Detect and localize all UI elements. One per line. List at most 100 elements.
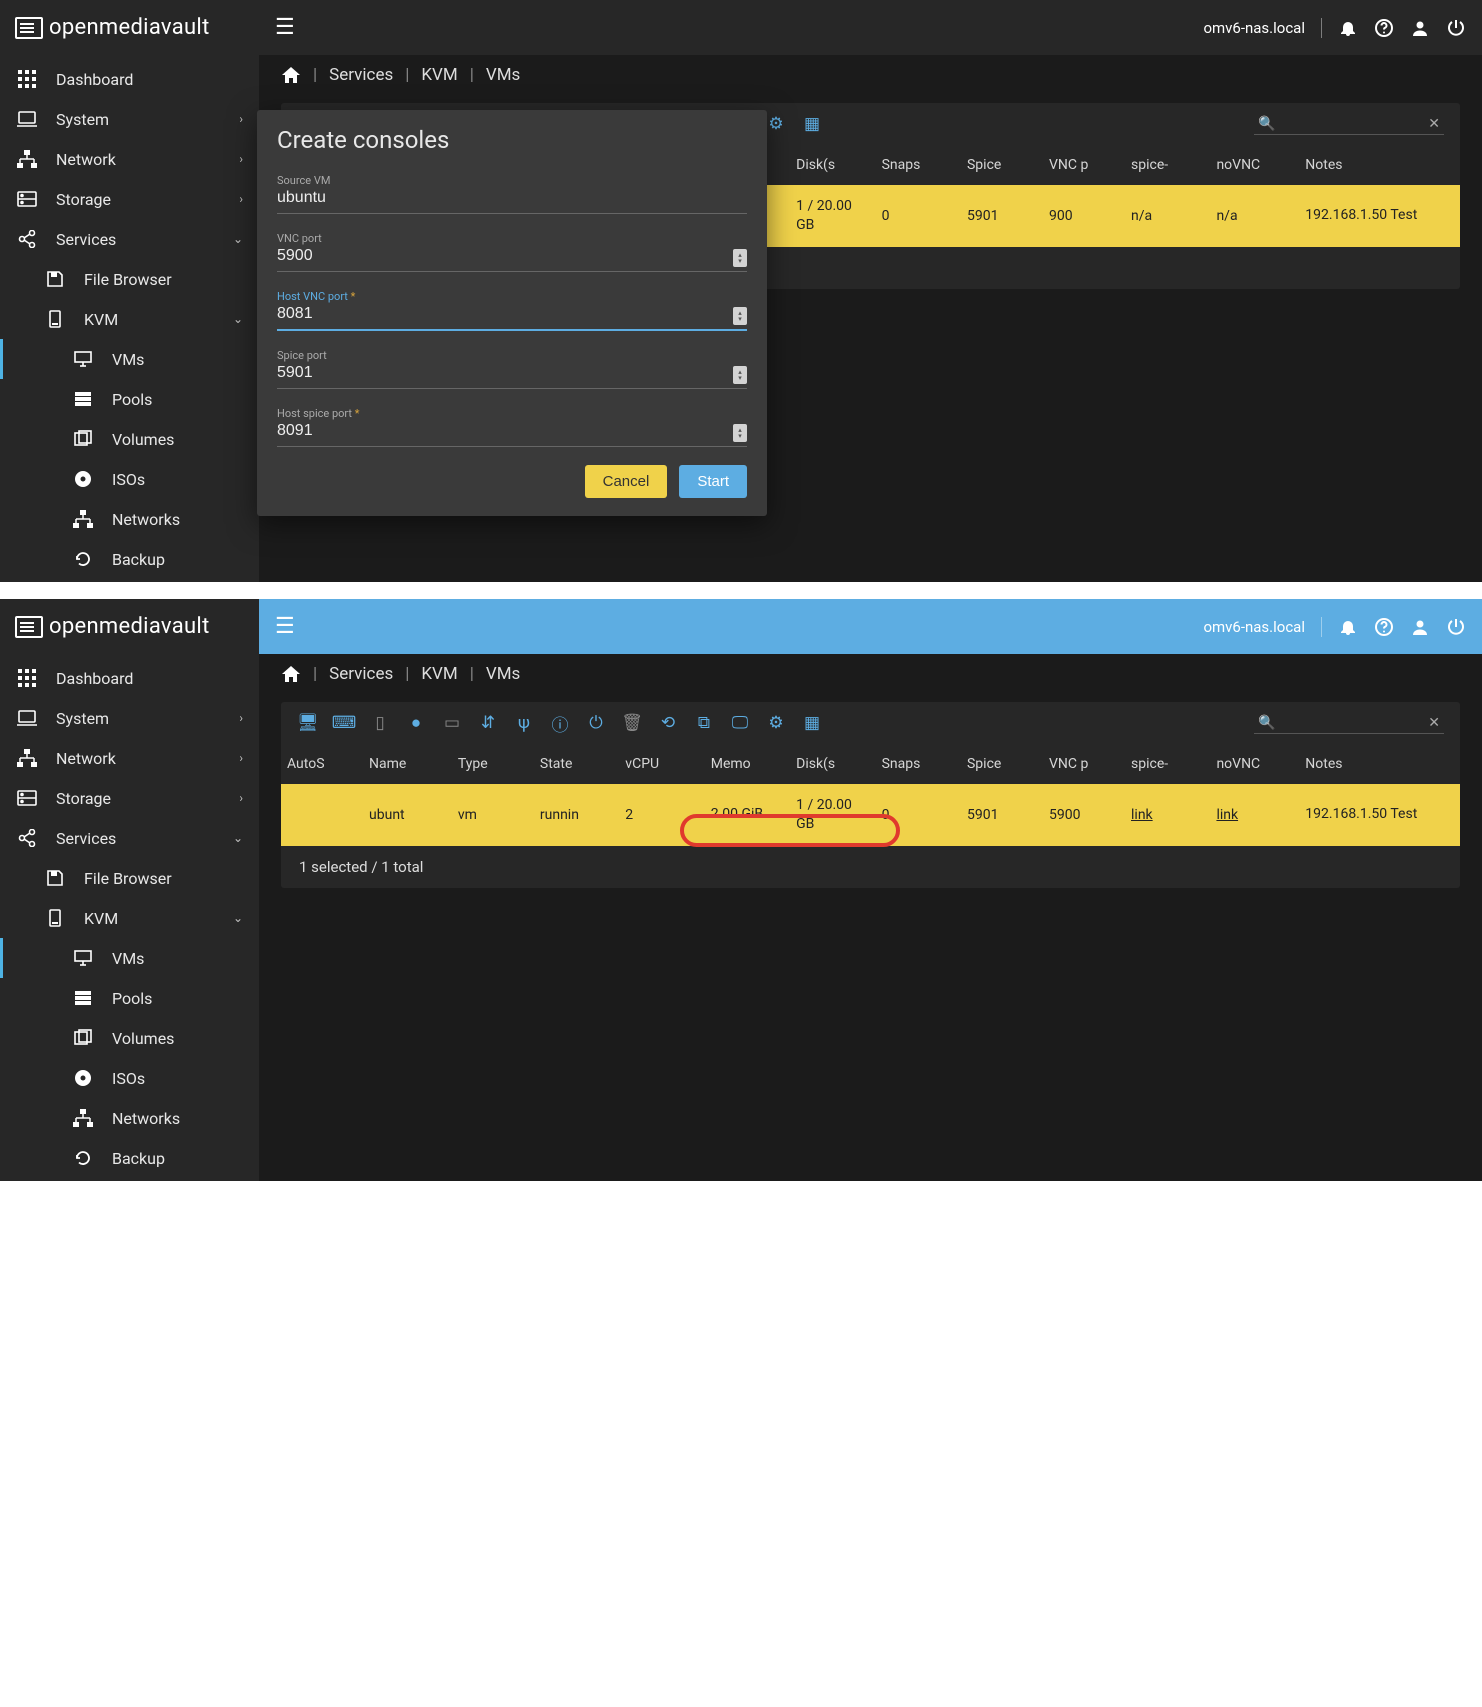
tool-disc-icon[interactable]: ● [405, 712, 427, 734]
crumb-vms[interactable]: VMs [486, 65, 520, 85]
home-crumb[interactable] [281, 66, 301, 84]
host-spice-port-field[interactable]: Host spice port * ▴▾ [277, 395, 747, 447]
stepper-icon[interactable]: ▴▾ [733, 366, 747, 384]
tool-snapshot-icon[interactable]: ⟲ [657, 712, 679, 734]
vnc-port-label: VNC port [277, 232, 747, 245]
apps-icon [16, 668, 38, 688]
tool-device-icon[interactable]: ▯ [369, 712, 391, 734]
sidebar-item-filebrowser[interactable]: File Browser [0, 259, 259, 299]
power-icon[interactable] [1446, 617, 1466, 637]
home-crumb[interactable] [281, 665, 301, 683]
tool-settings-icon[interactable]: ⚙ [765, 712, 787, 734]
sidebar-item-networks[interactable]: Networks [0, 499, 259, 539]
search-box[interactable]: 🔍 ✕ [1254, 713, 1444, 734]
spice-port-label: Spice port [277, 349, 747, 362]
user-icon[interactable] [1410, 617, 1430, 637]
sidebar-item-isos[interactable]: ISOs [0, 1058, 259, 1098]
sidebar-item-vms[interactable]: VMs [0, 938, 259, 978]
source-vm-input[interactable] [277, 187, 747, 213]
spice-link[interactable]: link [1131, 807, 1153, 823]
sidebar-item-dashboard[interactable]: Dashboard [0, 658, 259, 698]
tool-network-icon[interactable]: ⇵ [477, 712, 499, 734]
sidebar-item-services[interactable]: Services ⌄ [0, 219, 259, 259]
sidebar-item-kvm[interactable]: KVM⌄ [0, 898, 259, 938]
sidebar-item-volumes[interactable]: Volumes [0, 419, 259, 459]
tool-grid-icon[interactable]: ▦ [801, 113, 823, 135]
spice-port-field[interactable]: Spice port ▴▾ [277, 337, 747, 389]
vnc-port-field[interactable]: VNC port ▴▾ [277, 220, 747, 272]
sidebar-item-storage[interactable]: Storage › [0, 179, 259, 219]
stepper-icon[interactable]: ▴▾ [733, 249, 747, 267]
menu-toggle-icon[interactable]: ☰ [275, 614, 295, 639]
sidebar-item-dashboard[interactable]: Dashboard [0, 59, 259, 99]
tool-usb-icon[interactable]: ψ [513, 712, 535, 734]
clear-search-icon[interactable]: ✕ [1428, 116, 1440, 132]
vnc-port-input[interactable] [277, 245, 747, 271]
brand-logo[interactable]: openmediavault [0, 599, 259, 654]
sidebar-item-pools[interactable]: Pools [0, 978, 259, 1018]
separator [1321, 617, 1322, 637]
tool-keyboard-icon[interactable]: ⌨ [333, 712, 355, 734]
power-icon[interactable] [1446, 18, 1466, 38]
spice-port-input[interactable] [277, 362, 747, 388]
help-icon[interactable] [1374, 617, 1394, 637]
tool-card-icon[interactable]: ▭ [441, 712, 463, 734]
tool-power-icon[interactable]: ⏻ [585, 712, 607, 734]
search-input[interactable] [1281, 116, 1428, 132]
sidebar-item-network[interactable]: Network › [0, 139, 259, 179]
tool-console-icon[interactable]: 🖵 [729, 712, 751, 734]
volumes-icon [72, 1028, 94, 1048]
stepper-icon[interactable]: ▴▾ [733, 307, 747, 325]
tool-grid-icon[interactable]: ▦ [801, 712, 823, 734]
sidebar-item-vms[interactable]: VMs [0, 339, 259, 379]
sidebar-item-filebrowser[interactable]: File Browser [0, 858, 259, 898]
cancel-button[interactable]: Cancel [585, 465, 668, 498]
vm-icon [44, 908, 66, 928]
crumb-kvm[interactable]: KVM [421, 65, 457, 85]
clear-search-icon[interactable]: ✕ [1428, 715, 1440, 731]
tool-monitor-icon[interactable]: 🖥 [297, 712, 319, 734]
crumb-services[interactable]: Services [329, 65, 393, 85]
source-vm-field[interactable]: Source VM [277, 162, 747, 214]
search-box[interactable]: 🔍 ✕ [1254, 114, 1444, 135]
tool-copy-icon[interactable]: ⧉ [693, 712, 715, 734]
novnc-link[interactable]: link [1216, 807, 1238, 823]
host-vnc-port-field[interactable]: Host VNC port * ▴▾ [277, 278, 747, 331]
sidebar-item-pools[interactable]: Pools [0, 379, 259, 419]
start-button[interactable]: Start [679, 465, 747, 498]
sidebar-item-backup[interactable]: Backup [0, 539, 259, 579]
brand-logo[interactable]: openmediavault [0, 0, 259, 55]
stepper-icon[interactable]: ▴▾ [733, 424, 747, 442]
host-spice-port-input[interactable] [277, 420, 747, 446]
crumb-vms[interactable]: VMs [486, 664, 520, 684]
crumb-services[interactable]: Services [329, 664, 393, 684]
sidebar-item-storage[interactable]: Storage› [0, 778, 259, 818]
search-input[interactable] [1281, 715, 1428, 731]
bell-icon[interactable] [1338, 18, 1358, 38]
sidebar-item-network[interactable]: Network› [0, 738, 259, 778]
topbar: ☰ omv6-nas.local [259, 599, 1482, 654]
share-icon [16, 828, 38, 848]
sidebar-item-volumes[interactable]: Volumes [0, 1018, 259, 1058]
sidebar-item-services[interactable]: Services⌄ [0, 818, 259, 858]
sidebar-item-system[interactable]: System› [0, 698, 259, 738]
user-icon[interactable] [1410, 18, 1430, 38]
tool-info-icon[interactable]: ⓘ [549, 712, 571, 734]
menu-toggle-icon[interactable]: ☰ [275, 15, 295, 40]
network-icon [16, 149, 38, 169]
sidebar-item-backup[interactable]: Backup [0, 1138, 259, 1178]
monitor-icon [72, 948, 94, 968]
tool-settings-icon[interactable]: ⚙ [765, 113, 787, 135]
search-icon: 🔍 [1258, 116, 1275, 132]
crumb-kvm[interactable]: KVM [421, 664, 457, 684]
sidebar-item-isos[interactable]: ISOs [0, 459, 259, 499]
bell-icon[interactable] [1338, 617, 1358, 637]
tool-delete-icon[interactable]: 🗑 [621, 712, 643, 734]
host-vnc-port-input[interactable] [277, 303, 747, 329]
sidebar-item-kvm[interactable]: KVM ⌄ [0, 299, 259, 339]
sidebar-item-system[interactable]: System › [0, 99, 259, 139]
logo-icon [15, 616, 43, 638]
help-icon[interactable] [1374, 18, 1394, 38]
sidebar-item-networks[interactable]: Networks [0, 1098, 259, 1138]
table-row[interactable]: ubunt vm runnin 2 2.00 GiB 1 / 20.00 GB … [281, 784, 1460, 846]
